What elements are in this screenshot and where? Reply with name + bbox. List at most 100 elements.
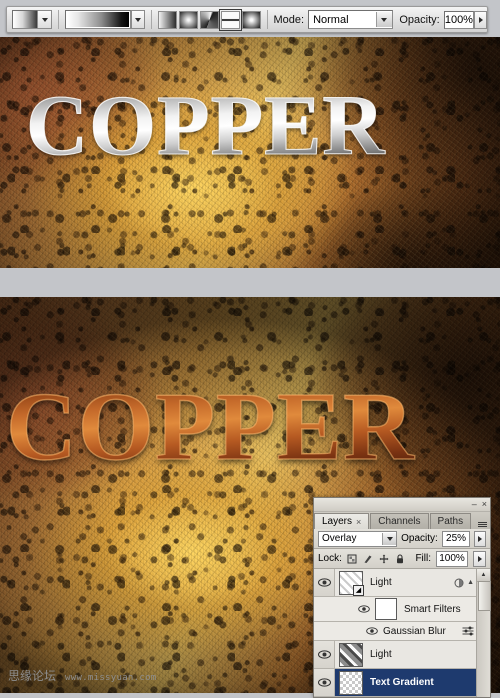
lock-image-pixels-icon[interactable]	[363, 553, 374, 564]
divider	[266, 10, 268, 29]
chevron-down-icon[interactable]	[375, 12, 392, 27]
chevron-down-glyph	[386, 536, 393, 541]
lock-all-icon[interactable]	[395, 553, 406, 564]
gradient-preview-strip[interactable]	[66, 12, 129, 27]
layer-visibility-toggle[interactable]	[314, 669, 335, 696]
layer-name: Text Gradient	[370, 677, 434, 688]
layer-list-scrollbar[interactable]: ▲	[476, 569, 491, 697]
filter-settings-icon[interactable]	[462, 626, 474, 636]
tab-layers-label: Layers	[322, 516, 353, 527]
chevron-down-icon[interactable]	[382, 532, 397, 545]
layers-panel: – × Layers × Channels Paths Overlay Opac…	[313, 497, 491, 698]
layer-list: ◢ Light ▲ Smart Filters Gaussian Blur Li…	[314, 569, 491, 697]
layer-opacity-value: 25%	[446, 533, 467, 544]
smart-filters-label: Smart Filters	[404, 603, 461, 615]
divider	[58, 10, 59, 29]
watermark-site-name: 思缘论坛	[8, 669, 57, 683]
opacity-label: Opacity:	[399, 13, 440, 26]
layer-row[interactable]: Light	[314, 641, 490, 669]
reflected-gradient-button[interactable]	[218, 8, 242, 31]
chevron-down-glyph	[381, 17, 388, 22]
close-icon[interactable]: ×	[482, 500, 487, 509]
gradient-swatch-icon[interactable]	[12, 10, 38, 29]
panel-divider	[0, 268, 500, 297]
smart-filter-mask-thumbnail[interactable]	[375, 598, 397, 620]
chevron-down-icon	[134, 17, 141, 22]
linear-gradient-button[interactable]	[157, 10, 177, 29]
blend-mode-value: Normal	[313, 13, 349, 26]
diamond-gradient-button[interactable]	[241, 10, 261, 29]
smart-filters-row[interactable]: Smart Filters	[314, 597, 490, 622]
gradient-tool-options-bar: Mode: Normal Opacity: 100%	[6, 6, 488, 33]
eye-icon	[366, 627, 378, 635]
layer-opacity-input[interactable]: 25%	[441, 530, 471, 547]
layer-thumbnail[interactable]	[339, 642, 363, 667]
chevron-down-icon	[41, 17, 48, 22]
eye-icon	[317, 650, 331, 659]
radial-gradient-button[interactable]	[178, 10, 198, 29]
lock-row: Lock: Fill: 100%	[314, 549, 490, 569]
opacity-value: 100%	[444, 13, 473, 26]
layer-visibility-toggle[interactable]	[314, 641, 335, 668]
mode-label: Mode:	[273, 13, 305, 26]
layer-blend-mode-select[interactable]: Overlay	[318, 530, 398, 547]
angle-gradient-button[interactable]	[199, 10, 219, 29]
opacity-stepper-button[interactable]	[474, 10, 487, 29]
gradient-preview-group[interactable]	[64, 10, 145, 29]
lock-transparent-pixels-icon[interactable]	[347, 553, 358, 564]
gradient-preview-frame[interactable]	[64, 10, 131, 29]
panel-titlebar: – ×	[314, 498, 490, 512]
tab-paths-label: Paths	[437, 516, 464, 527]
layer-opacity-label: Opacity:	[401, 533, 438, 544]
chevron-right-icon	[477, 555, 482, 562]
smart-filter-row[interactable]: Gaussian Blur	[314, 622, 490, 641]
gradient-type-button-group	[157, 8, 261, 31]
layer-name: Light	[370, 649, 392, 660]
fill-value: 100%	[439, 553, 465, 564]
tab-paths[interactable]: Paths	[429, 513, 472, 529]
fill-stepper-button[interactable]	[473, 550, 486, 567]
gradient-preset-dropdown-button[interactable]	[130, 10, 145, 29]
gradient-swatch-dropdown-button[interactable]	[38, 10, 52, 29]
divider	[150, 10, 152, 29]
chevron-right-icon	[478, 16, 483, 23]
minimize-icon[interactable]: –	[472, 500, 477, 509]
tab-channels-label: Channels	[378, 516, 421, 527]
panel-menu-icon[interactable]	[478, 522, 487, 527]
fill-input[interactable]: 100%	[436, 550, 468, 567]
watermark-url: www.missyuan.com	[65, 673, 157, 683]
scrollbar-thumb[interactable]	[478, 581, 491, 611]
blend-mode-select[interactable]: Normal	[308, 10, 393, 29]
selection-marching-ants: COPPER	[25, 77, 386, 173]
lock-label: Lock:	[318, 553, 342, 564]
lock-position-icon[interactable]	[379, 553, 390, 564]
gradient-swatch-group[interactable]	[12, 10, 52, 29]
chevron-right-icon	[478, 535, 483, 542]
layer-effects-icon[interactable]	[454, 578, 464, 588]
layer-row[interactable]: ◢ Light ▲	[314, 569, 490, 597]
collapse-arrow-icon[interactable]: ▲	[467, 579, 474, 586]
filter-name: Gaussian Blur	[383, 625, 446, 637]
fill-label: Fill:	[415, 553, 431, 564]
blend-mode-row: Overlay Opacity: 25%	[314, 529, 490, 549]
eye-icon	[358, 605, 370, 613]
eye-icon	[317, 678, 331, 687]
layer-thumbnail[interactable]	[339, 670, 363, 695]
layer-name: Light	[370, 577, 392, 588]
smart-filters-visibility-toggle[interactable]	[358, 605, 370, 613]
smart-object-badge-icon: ◢	[353, 584, 364, 596]
tab-channels[interactable]: Channels	[370, 513, 429, 529]
copper-text-bevel-edge: COPPER	[5, 373, 415, 481]
layer-visibility-toggle[interactable]	[314, 569, 335, 596]
layer-opacity-stepper-button[interactable]	[474, 530, 486, 547]
watermark: 思缘论坛 www.missyuan.com	[8, 667, 157, 684]
opacity-input[interactable]: 100%	[443, 10, 475, 29]
layer-blend-mode-value: Overlay	[322, 533, 357, 544]
panel-tab-strip: Layers × Channels Paths	[314, 512, 490, 529]
chevron-up-icon: ▲	[480, 572, 487, 578]
filter-visibility-toggle[interactable]	[366, 627, 378, 635]
close-icon[interactable]: ×	[356, 517, 361, 527]
tab-layers[interactable]: Layers ×	[314, 513, 370, 529]
eye-icon	[317, 578, 331, 587]
layer-thumbnail[interactable]: ◢	[339, 570, 364, 596]
